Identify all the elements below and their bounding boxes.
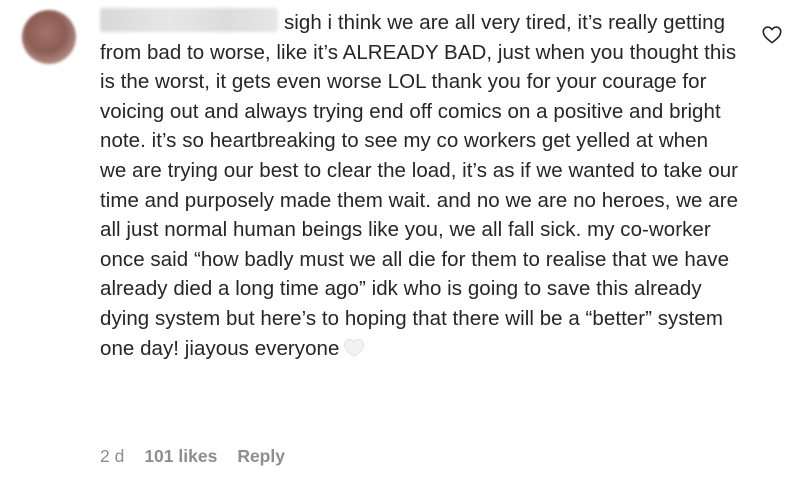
likes-count-link[interactable]: 101 likes xyxy=(144,446,217,467)
reply-button[interactable]: Reply xyxy=(237,446,285,467)
heart-outline-icon[interactable] xyxy=(761,24,783,46)
username-redacted[interactable] xyxy=(100,8,278,32)
comment-time: 2 d xyxy=(100,446,125,466)
comment-text: sigh i think we are all very tired, it’s… xyxy=(100,11,739,360)
comment-meta: 2 d 101 likes Reply xyxy=(100,446,285,467)
avatar[interactable] xyxy=(22,10,76,64)
comment-body: sigh i think we are all very tired, it’s… xyxy=(100,8,740,366)
comment-text-block: sigh i think we are all very tired, it’s… xyxy=(100,8,740,366)
comment: sigh i think we are all very tired, it’s… xyxy=(0,0,800,487)
white-heart-icon xyxy=(343,337,365,367)
